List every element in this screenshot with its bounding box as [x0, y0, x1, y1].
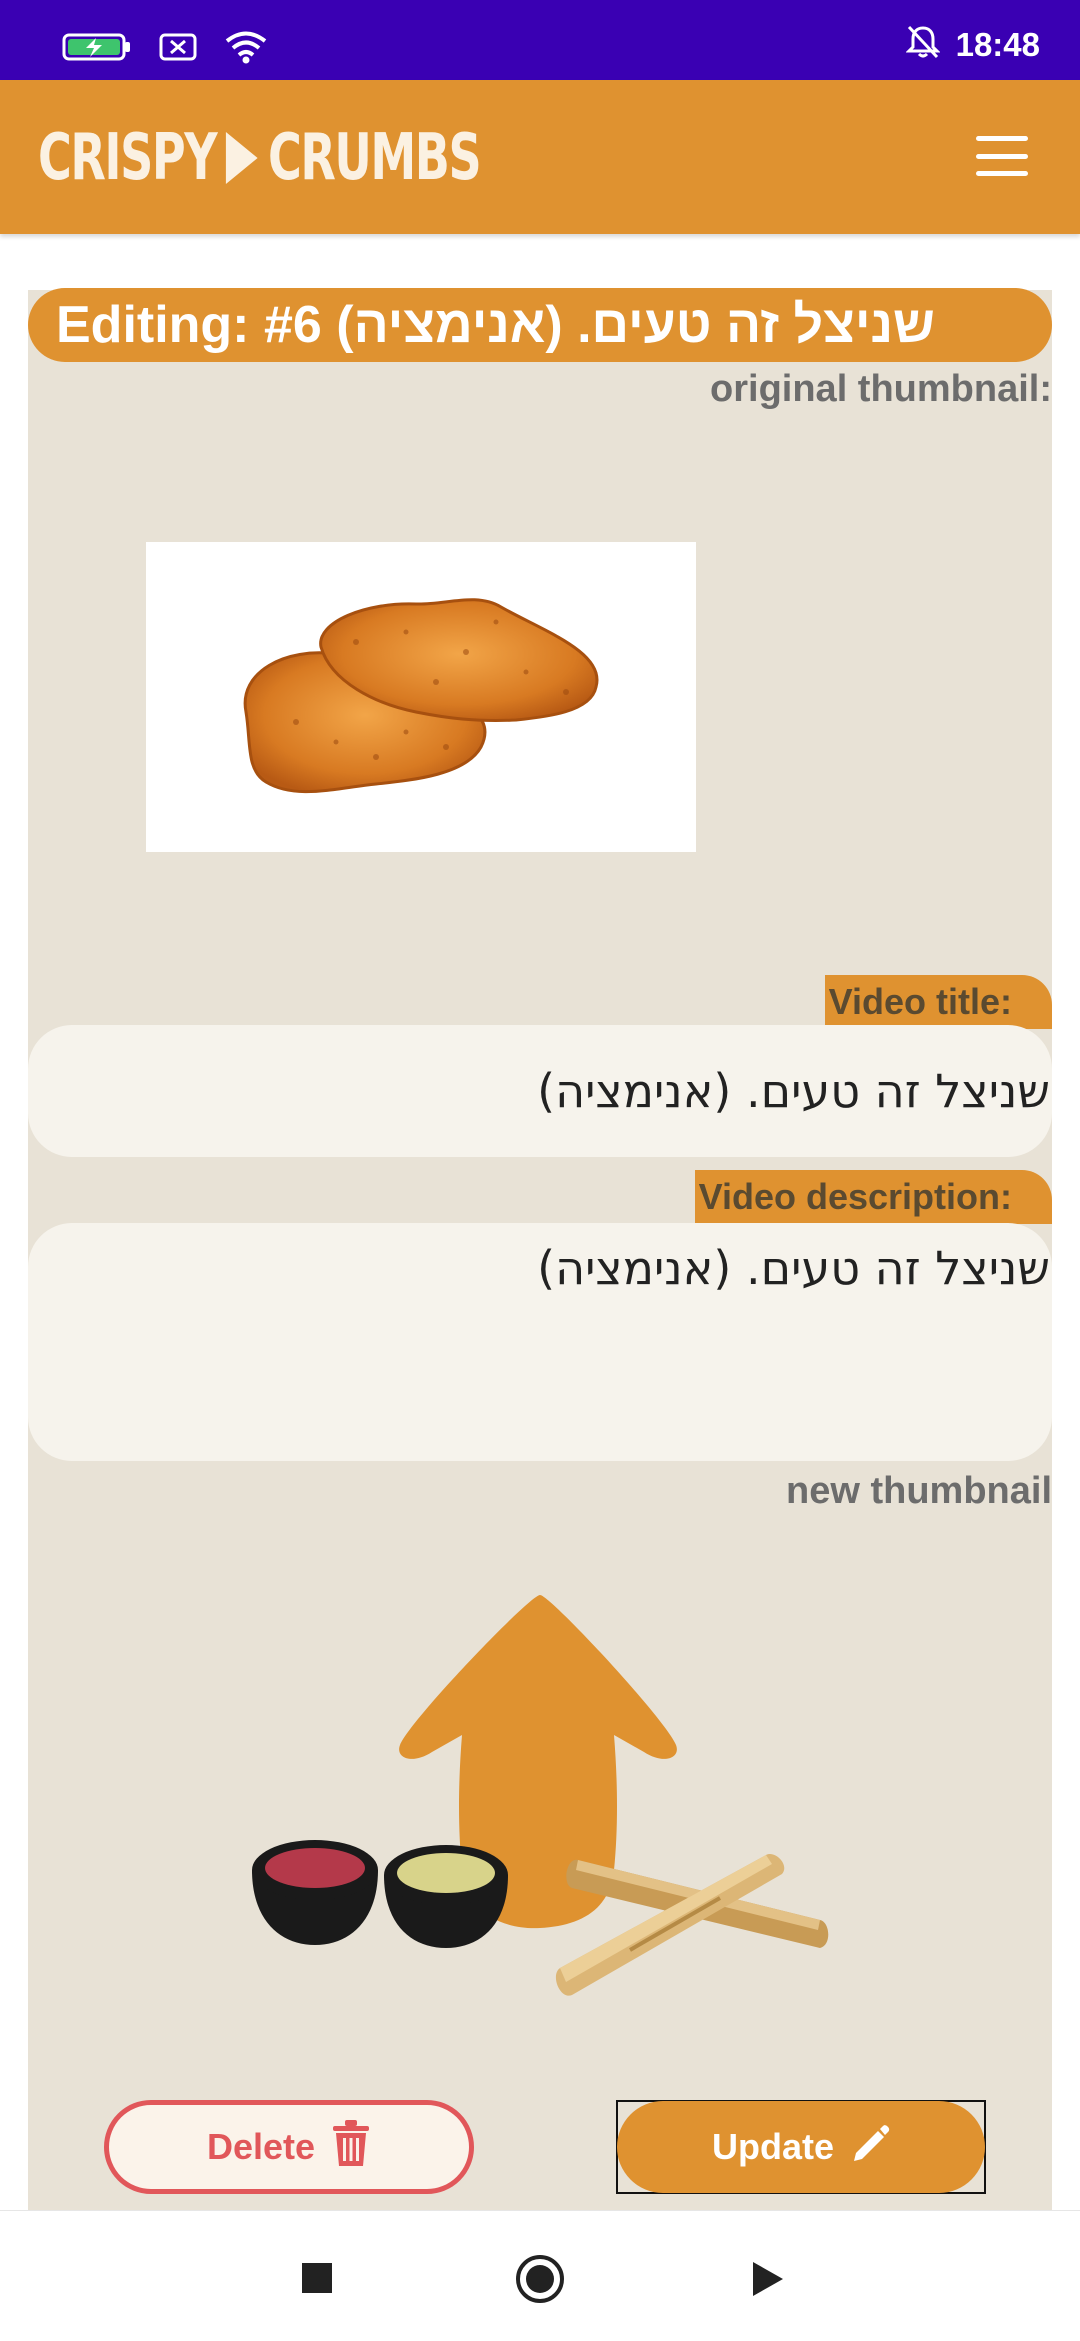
editing-title: Editing: #6 שניצל זה טעים. (אנימציה)	[28, 288, 1052, 362]
upload-thumbnail-area[interactable]	[200, 1570, 880, 2020]
video-title-label: Video title:	[824, 975, 1052, 1029]
trash-icon	[331, 2118, 371, 2177]
play-icon	[226, 132, 258, 184]
video-title-input[interactable]: שניצל זה טעים. (אנימציה)	[28, 1025, 1052, 1157]
back-triangle-icon[interactable]	[750, 2259, 786, 2304]
wifi-icon	[224, 30, 268, 69]
system-navigation-bar	[0, 2210, 1080, 2341]
original-thumbnail-label: original thumbnail:	[710, 368, 1052, 410]
logo-text-right: CRUMBS	[267, 121, 482, 195]
fries-icon	[555, 1854, 829, 1996]
recents-square-icon[interactable]	[300, 2261, 334, 2300]
status-icons-right: 18:48	[904, 24, 1040, 65]
original-thumbnail-image	[146, 542, 696, 852]
home-circle-icon[interactable]	[515, 2254, 565, 2309]
sauce-bowls-icon	[252, 1840, 508, 1948]
crispy-crumbs-logo[interactable]: CRISPY CRUMBS	[38, 118, 482, 198]
battery-charging-icon	[62, 32, 132, 67]
delete-button-label: Delete	[206, 2126, 316, 2167]
video-description-textarea[interactable]: שניצל זה טעים. (אנימציה)	[28, 1223, 1052, 1461]
status-bar: 18:48	[0, 0, 1080, 80]
status-icons-left	[62, 30, 268, 69]
logo-text-left: CRISPY	[38, 121, 218, 195]
app-bar: CRISPY CRUMBS	[0, 80, 1080, 234]
update-button-label: Update	[711, 2126, 834, 2167]
no-sim-icon	[158, 32, 198, 67]
notifications-off-icon	[904, 24, 941, 65]
status-time: 18:48	[955, 25, 1040, 63]
delete-button[interactable]: Delete	[104, 2100, 474, 2194]
hamburger-menu-icon[interactable]	[976, 136, 1028, 176]
new-thumbnail-label: new thumbnail	[786, 1470, 1052, 1512]
pencil-icon	[850, 2123, 890, 2172]
update-button[interactable]: Update	[617, 2101, 985, 2193]
video-description-label: Video description:	[694, 1170, 1052, 1224]
